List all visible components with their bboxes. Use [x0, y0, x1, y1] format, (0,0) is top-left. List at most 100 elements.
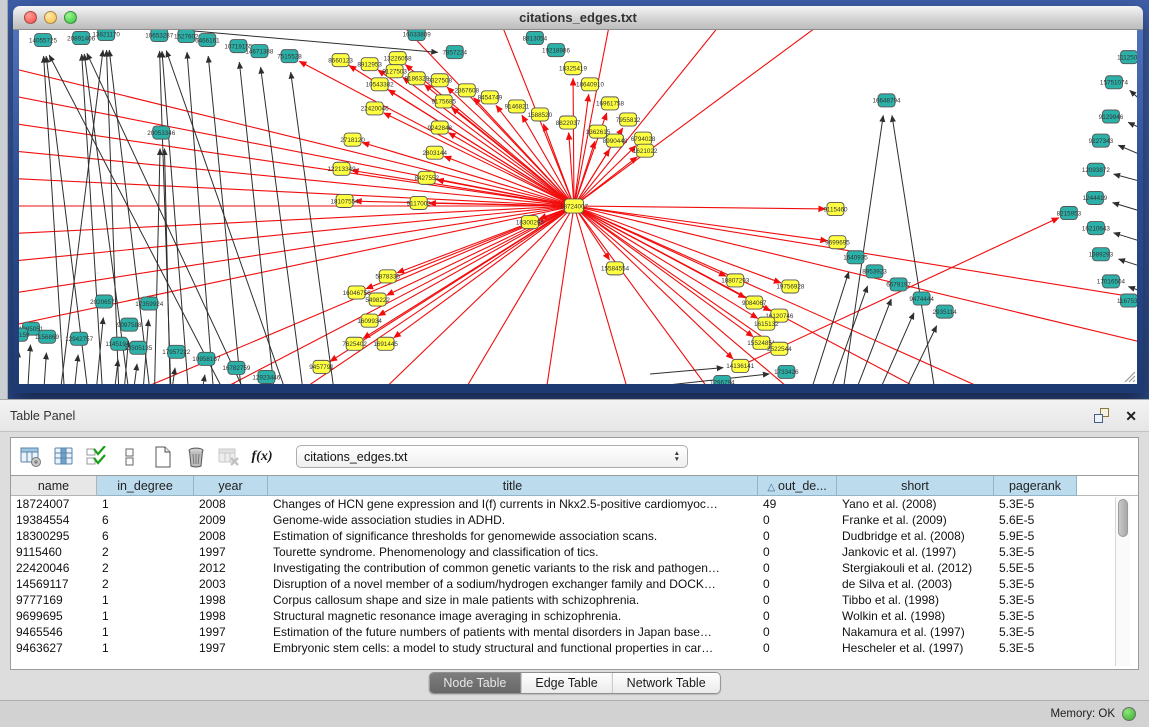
- show-column-icon[interactable]: [53, 446, 75, 468]
- table-row[interactable]: 946554611997Estimation of the future num…: [11, 624, 1138, 640]
- graph-node[interactable]: 1244419: [1083, 191, 1108, 204]
- graph-node[interactable]: 19756928: [776, 280, 805, 293]
- graph-node[interactable]: 8822037: [556, 116, 581, 129]
- network-window-titlebar[interactable]: citations_edges.txt: [13, 6, 1143, 30]
- tab-network-table[interactable]: Network Table: [612, 673, 720, 693]
- left-panel-gutter[interactable]: [0, 0, 8, 399]
- minimize-window-button[interactable]: [44, 11, 57, 24]
- table-select-dropdown[interactable]: citations_edges.txt: [296, 445, 688, 468]
- graph-node[interactable]: 8990448: [603, 134, 628, 147]
- column-header-title[interactable]: title: [268, 476, 758, 496]
- zoom-window-button[interactable]: [64, 11, 77, 24]
- graph-node[interactable]: 8215953: [1057, 206, 1082, 219]
- graph-node[interactable]: 9115460: [823, 202, 848, 215]
- graph-node[interactable]: 1167533: [1117, 294, 1137, 307]
- table-row[interactable]: 977716911998Corpus callosum shape and si…: [11, 592, 1138, 608]
- function-builder-icon[interactable]: f(x): [251, 446, 273, 468]
- graph-node[interactable]: 12093872: [1082, 163, 1111, 176]
- graph-node[interactable]: 9146821: [505, 100, 530, 113]
- network-viewport[interactable]: 1405572520891406138211701065328715276026…: [19, 30, 1137, 384]
- delete-trash-icon[interactable]: [185, 446, 207, 468]
- graph-node[interactable]: 8912953: [357, 58, 382, 71]
- graph-node[interactable]: 17359924: [135, 297, 164, 310]
- rows-icon[interactable]: [119, 446, 141, 468]
- graph-node[interactable]: 10543382: [366, 78, 395, 91]
- graph-node[interactable]: 12923446: [252, 370, 281, 383]
- graph-node[interactable]: 8660123: [328, 54, 353, 67]
- graph-node[interactable]: 1588520: [528, 108, 553, 121]
- graph-node[interactable]: 17016504: [1097, 275, 1126, 288]
- graph-node[interactable]: 6679197: [886, 278, 911, 291]
- table-mode-icon[interactable]: [20, 446, 42, 468]
- column-header-pagerank[interactable]: pagerank: [994, 476, 1077, 496]
- graph-node[interactable]: 16210643: [1082, 222, 1111, 235]
- table-row[interactable]: 1830029562008Estimation of significance …: [11, 528, 1138, 544]
- column-header-out_de[interactable]: out_de...: [758, 476, 837, 496]
- graph-node[interactable]: 15751074: [1100, 76, 1129, 89]
- graph-node[interactable]: 9327508: [427, 74, 452, 87]
- graph-node[interactable]: 15584554: [601, 262, 630, 275]
- graph-node[interactable]: 1621022: [633, 144, 658, 157]
- row-selection-icon[interactable]: [86, 446, 108, 468]
- column-header-year[interactable]: year: [194, 476, 268, 496]
- table-row[interactable]: 2242004622012Investigating the contribut…: [11, 560, 1138, 576]
- table-row[interactable]: 946362711997Embryonic stem cells: a mode…: [11, 640, 1138, 656]
- graph-node[interactable]: 16648794: [873, 94, 902, 107]
- graph-node[interactable]: 7955812: [616, 113, 641, 126]
- column-header-in_degree[interactable]: in_degree: [97, 476, 194, 496]
- graph-node[interactable]: 14055725: [29, 34, 58, 47]
- graph-node[interactable]: 12942757: [65, 332, 94, 345]
- graph-node[interactable]: 16961758: [596, 97, 625, 110]
- graph-node[interactable]: 2522544: [767, 342, 792, 355]
- graph-node[interactable]: 8953923: [862, 265, 887, 278]
- column-header-name[interactable]: name: [11, 476, 97, 496]
- graph-node[interactable]: 1640935: [843, 251, 868, 264]
- graph-node[interactable]: 9097588: [117, 318, 142, 331]
- graph-node[interactable]: 1112506: [1117, 51, 1137, 64]
- float-panel-icon[interactable]: [1094, 408, 1110, 424]
- graph-node[interactable]: 9474444: [909, 292, 934, 305]
- new-document-icon[interactable]: [152, 446, 174, 468]
- graph-node[interactable]: 10958167: [192, 352, 221, 365]
- graph-node[interactable]: 20206576: [90, 295, 119, 308]
- graph-node[interactable]: 8454749: [478, 91, 503, 104]
- graph-node[interactable]: 1691445: [373, 337, 398, 350]
- graph-node[interactable]: 6794028: [631, 132, 656, 145]
- resize-grip-icon[interactable]: [1122, 369, 1136, 383]
- graph-node[interactable]: 17957222: [162, 345, 191, 358]
- table-row[interactable]: 969969511998Structural magnetic resonanc…: [11, 608, 1138, 624]
- table-vertical-scrollbar[interactable]: [1115, 497, 1130, 666]
- close-window-button[interactable]: [24, 11, 37, 24]
- graph-node[interactable]: 2718120: [340, 133, 365, 146]
- graph-node[interactable]: 18640910: [576, 78, 605, 91]
- column-header-short[interactable]: short: [837, 476, 994, 496]
- graph-node[interactable]: 1989293: [1089, 248, 1114, 261]
- graph-node[interactable]: 1296794: [710, 375, 735, 384]
- graph-node[interactable]: 6466161: [195, 34, 220, 47]
- graph-node[interactable]: 20053346: [147, 126, 176, 139]
- memory-status-icon[interactable]: [1122, 707, 1136, 721]
- table-row[interactable]: 1938455462009Genome-wide association stu…: [11, 512, 1138, 528]
- graph-node[interactable]: 16033809: [403, 30, 432, 41]
- graph-node[interactable]: 10653287: [145, 30, 174, 42]
- graph-node[interactable]: 1156869: [35, 330, 60, 343]
- graph-node[interactable]: 9129946: [1099, 110, 1124, 123]
- graph-node[interactable]: 9242848: [427, 121, 452, 134]
- table-row[interactable]: 1872400712008Changes of HCN gene express…: [11, 496, 1138, 512]
- graph-node[interactable]: 7515528: [277, 50, 302, 63]
- table-row[interactable]: 911546021997Tourette syndrome. Phenomeno…: [11, 544, 1138, 560]
- graph-node[interactable]: 9175685: [431, 95, 456, 108]
- graph-node[interactable]: 9699695: [825, 236, 850, 249]
- graph-node[interactable]: 13226058: [384, 52, 413, 65]
- graph-node[interactable]: 7857224: [443, 46, 468, 59]
- graph-node[interactable]: 16782759: [222, 361, 251, 374]
- graph-node[interactable]: 19218986: [542, 44, 571, 57]
- graph-node[interactable]: 18325419: [559, 62, 588, 75]
- graph-node[interactable]: 20891406: [67, 32, 96, 45]
- close-panel-icon[interactable]: [1125, 408, 1137, 424]
- graph-node[interactable]: 2803144: [422, 146, 447, 159]
- graph-node[interactable]: 8427552: [414, 171, 439, 184]
- graph-node[interactable]: 13821170: [92, 30, 120, 41]
- graph-node[interactable]: 8186328: [404, 72, 429, 85]
- table-row[interactable]: 1456911722003Disruption of a novel membe…: [11, 576, 1138, 592]
